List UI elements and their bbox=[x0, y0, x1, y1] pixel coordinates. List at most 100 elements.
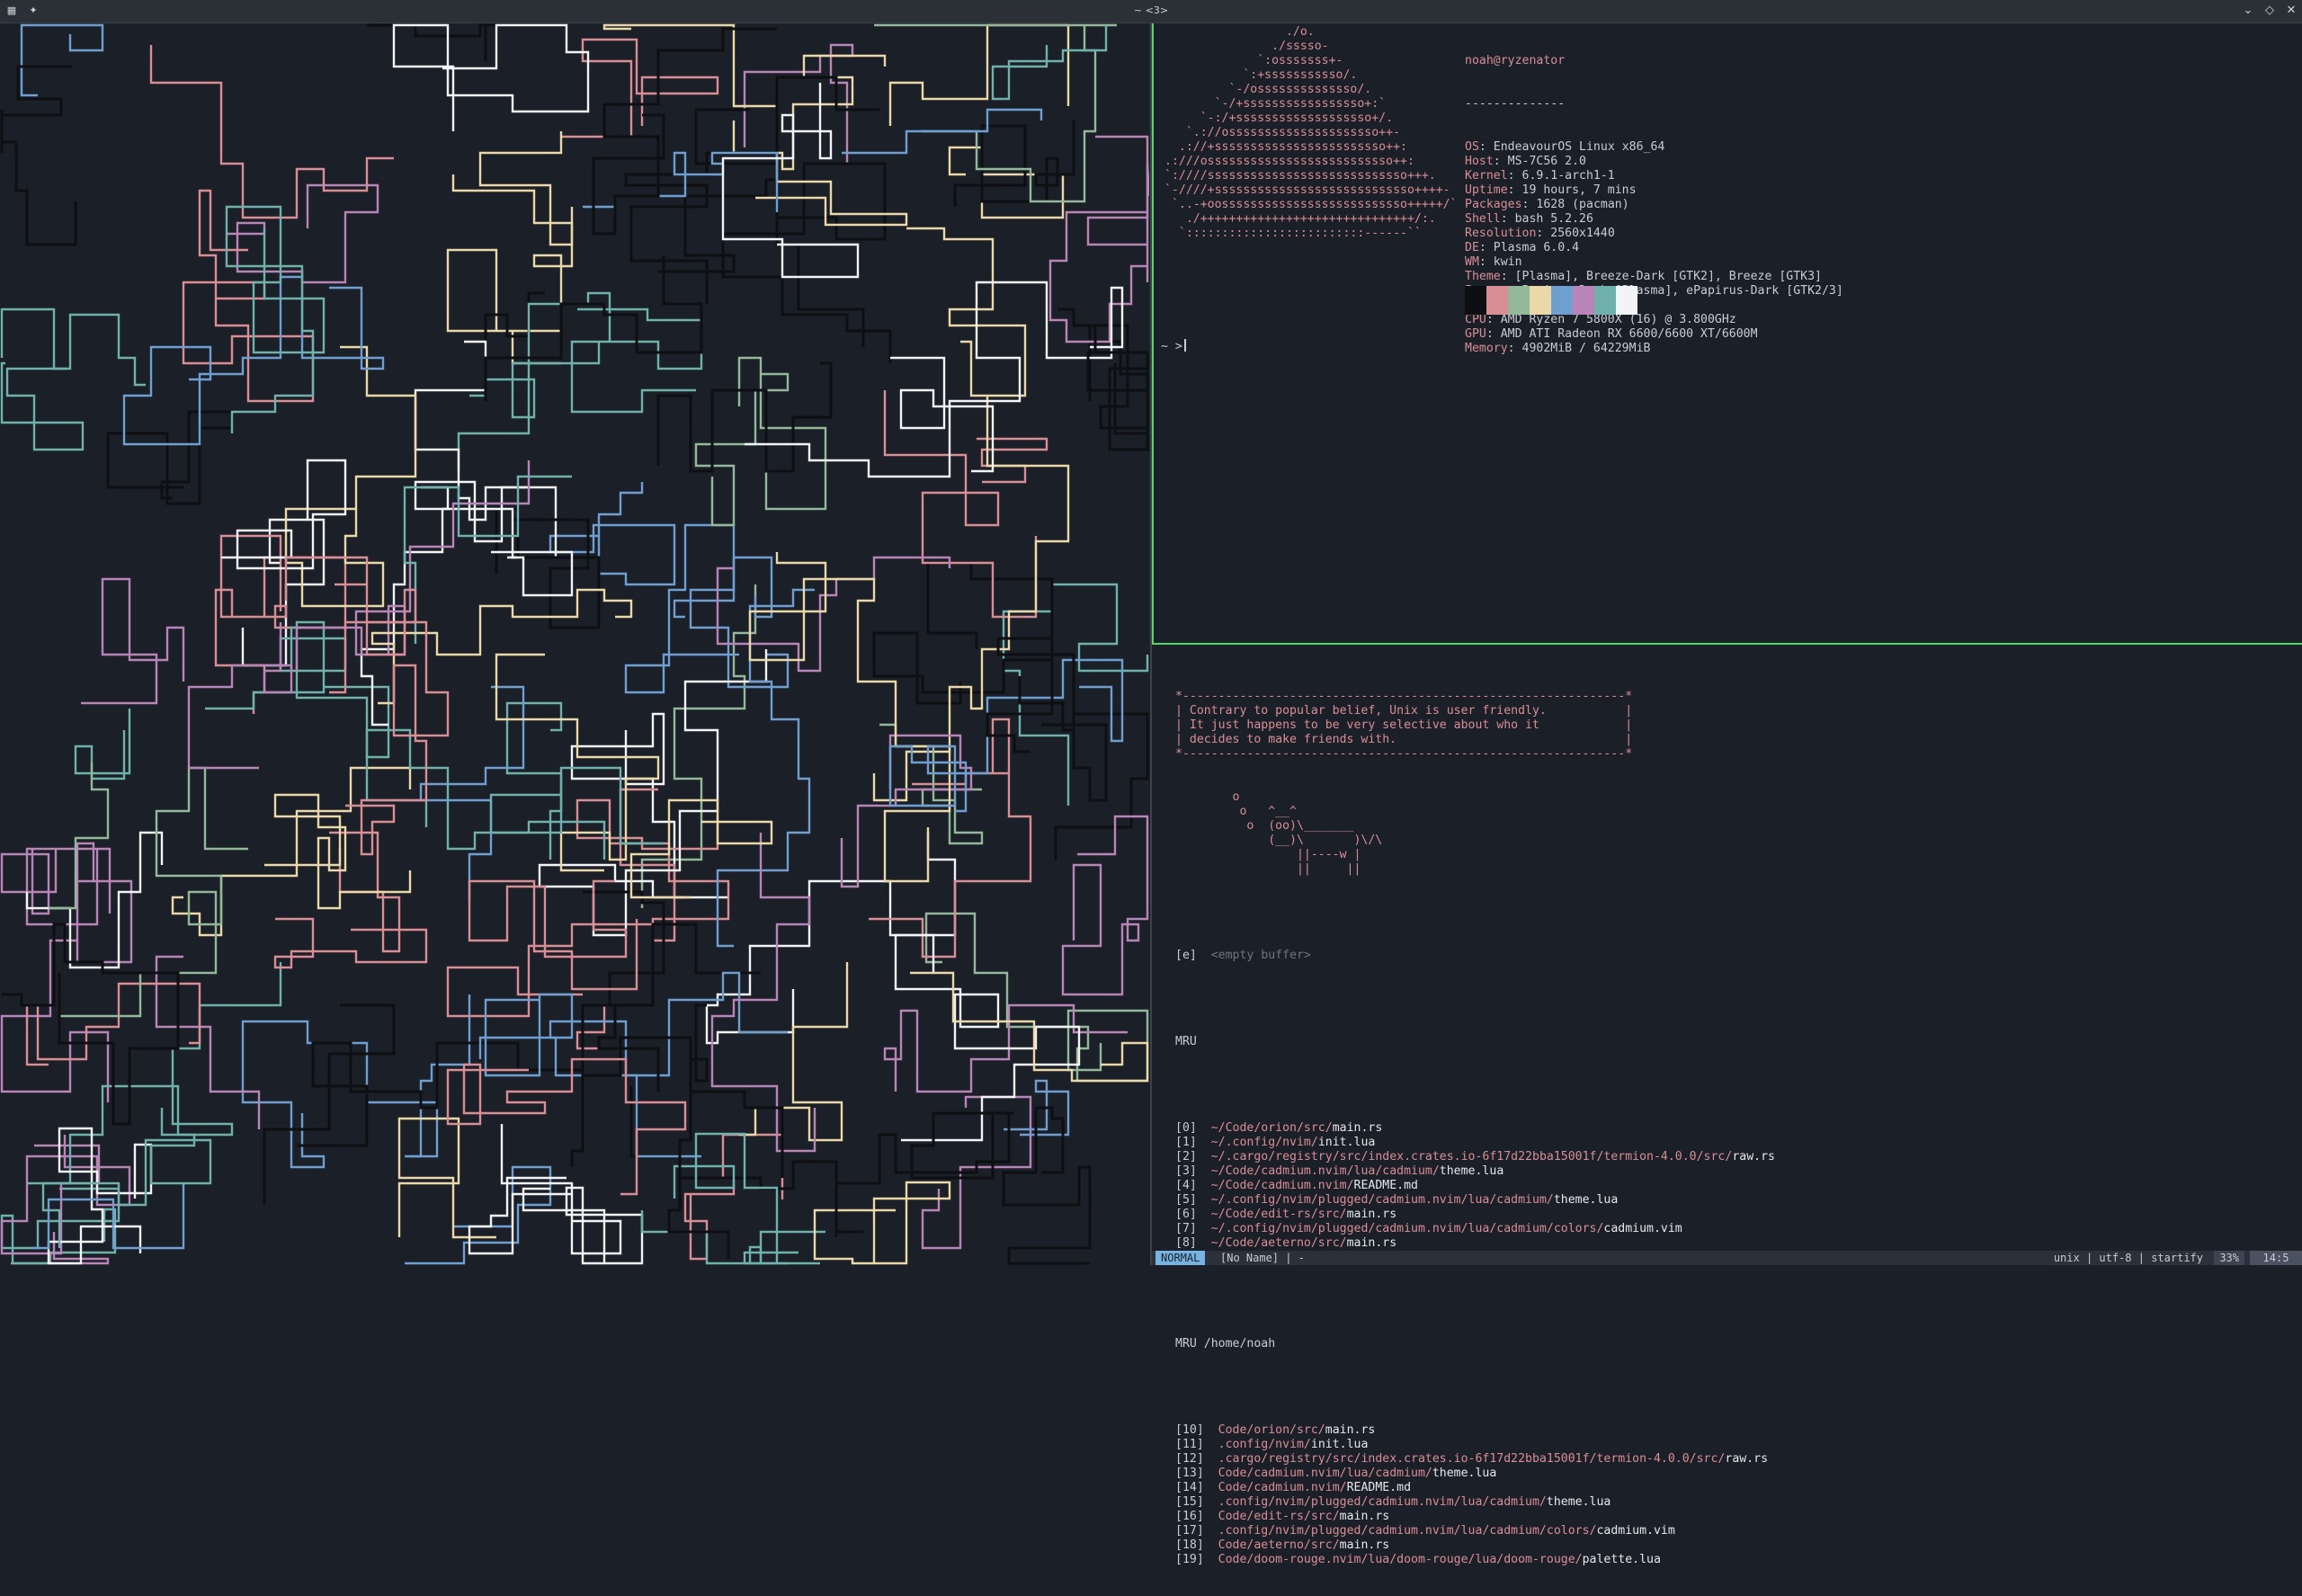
mru-index: [10] bbox=[1175, 1423, 1204, 1437]
mru-item[interactable]: [8] ~/Code/aeterno/src/main.rs bbox=[1175, 1236, 1775, 1251]
mru-item[interactable]: [5] ~/.config/nvim/plugged/cadmium.nvim/… bbox=[1175, 1193, 1775, 1208]
empty-buffer-item[interactable]: [e] <empty buffer> bbox=[1175, 949, 1775, 963]
mru-dir: Code/orion/src/ bbox=[1218, 1423, 1325, 1437]
info-row: Theme: [Plasma], Breeze-Dark [GTK2], Bre… bbox=[1465, 270, 1822, 283]
info-separator: -------------- bbox=[1465, 97, 1566, 111]
info-row: CPU: AMD Ryzen 7 5800X (16) @ 3.800GHz bbox=[1465, 313, 1736, 326]
mru-file: README.md bbox=[1353, 1179, 1418, 1192]
mru-dir: ~/Code/cadmium.nvim/ bbox=[1210, 1179, 1354, 1192]
info-key: Uptime bbox=[1465, 183, 1508, 197]
mru-item[interactable]: [19] Code/doom-rouge.nvim/lua/doom-rouge… bbox=[1175, 1553, 1775, 1567]
info-value: MS-7C56 2.0 bbox=[1507, 155, 1586, 168]
scroll-percent: 33% bbox=[2214, 1251, 2244, 1265]
mru-dir: ~/.cargo/registry/src/index.crates.io-6f… bbox=[1210, 1150, 1733, 1164]
pipe-segment bbox=[624, 523, 739, 694]
mru-index: [11] bbox=[1175, 1438, 1204, 1451]
minimize-button[interactable]: ⌄ bbox=[2241, 4, 2255, 18]
pipe-segment bbox=[906, 227, 1027, 397]
mru-index: [0] bbox=[1175, 1121, 1197, 1135]
close-button[interactable]: ✕ bbox=[2284, 4, 2298, 18]
window-titlebar: ▦ ✦ ~ <3> ⌄ ◇ ✕ bbox=[0, 0, 2302, 23]
mru-file: main.rs bbox=[1346, 1236, 1397, 1250]
pipe-segment bbox=[81, 577, 185, 705]
pipe-segment bbox=[522, 1186, 644, 1265]
mru-item[interactable]: [13] Code/cadmium.nvim/lua/cadmium/theme… bbox=[1175, 1467, 1775, 1481]
pipe-segment bbox=[842, 108, 1043, 155]
mru-index: [7] bbox=[1175, 1222, 1197, 1235]
userhost: noah@ryzenator bbox=[1465, 54, 1566, 67]
fortune-quote: *---------------------------------------… bbox=[1175, 690, 1775, 762]
mru-index: [3] bbox=[1175, 1164, 1197, 1178]
pipe-segment bbox=[403, 475, 572, 644]
pipe-segment bbox=[446, 1057, 687, 1196]
mru-dir-list: [10] Code/orion/src/main.rs [11] .config/… bbox=[1175, 1423, 1775, 1567]
empty-buffer-key: [e] bbox=[1175, 949, 1197, 962]
pipe-segment bbox=[656, 361, 833, 473]
pipe-segment bbox=[74, 709, 131, 780]
shell-prompt-line[interactable]: ~ > bbox=[1161, 339, 1186, 354]
mru-item[interactable]: [15] .config/nvim/plugged/cadmium.nvim/l… bbox=[1175, 1495, 1775, 1510]
pipe-segment bbox=[640, 584, 757, 908]
mru-item[interactable]: [17] .config/nvim/plugged/cadmium.nvim/l… bbox=[1175, 1524, 1775, 1538]
nvim-pane[interactable]: *---------------------------------------… bbox=[1152, 645, 2302, 1566]
pipe-segment bbox=[694, 372, 790, 527]
mru-item[interactable]: [2] ~/.cargo/registry/src/index.crates.i… bbox=[1175, 1150, 1775, 1164]
mru-index: [17] bbox=[1175, 1524, 1204, 1538]
mru-index: [14] bbox=[1175, 1481, 1204, 1494]
mru-item[interactable]: [16] Code/edit-rs/src/main.rs bbox=[1175, 1510, 1775, 1524]
cowsay-cow: o o ^__^ o (oo)\_______ (__)\ )\/\ ||---… bbox=[1175, 790, 1775, 877]
logo-line: ./sssso- bbox=[1164, 40, 1329, 53]
info-fields: OS: EndeavourOS Linux x86_64 Host: MS-7C5… bbox=[1465, 140, 1843, 356]
logo-line: ./o. bbox=[1164, 25, 1315, 39]
file-info: unix | utf-8 | startify bbox=[2053, 1252, 2203, 1264]
mru-file: raw.rs bbox=[1732, 1150, 1775, 1164]
pipe-segment bbox=[834, 1111, 1014, 1234]
mru-item[interactable]: [3] ~/Code/cadmium.nvim/lua/cadmium/them… bbox=[1175, 1164, 1775, 1179]
pipe-segment bbox=[640, 1132, 788, 1265]
mru-item[interactable]: [4] ~/Code/cadmium.nvim/README.md bbox=[1175, 1179, 1775, 1193]
mru-file: theme.lua bbox=[1553, 1193, 1619, 1207]
window-title: ~ <3> bbox=[1133, 4, 1169, 16]
mru-item[interactable]: [11] .config/nvim/init.lua bbox=[1175, 1438, 1775, 1452]
quote-line: *---------------------------------------… bbox=[1175, 747, 1633, 761]
pipe-segment bbox=[0, 361, 85, 451]
mru-file: main.rs bbox=[1339, 1538, 1390, 1552]
neofetch-pane[interactable]: ./o. ./sssso- `:osssssss+- `:+ssssssssss… bbox=[1152, 23, 2302, 643]
info-key: Theme bbox=[1465, 270, 1501, 283]
cow-line: o ^__^ bbox=[1175, 805, 1297, 818]
mru-index: [4] bbox=[1175, 1179, 1197, 1192]
color-swatch bbox=[1573, 286, 1594, 315]
pipe-segment bbox=[241, 518, 326, 667]
mode-indicator: NORMAL bbox=[1155, 1251, 1206, 1265]
mru-item[interactable]: [14] Code/cadmium.nvim/README.md bbox=[1175, 1481, 1775, 1495]
info-key: GPU bbox=[1465, 327, 1486, 341]
info-value: AMD Ryzen 7 5800X (16) @ 3.800GHz bbox=[1500, 313, 1736, 326]
mru-dir-header: MRU /home/noah bbox=[1175, 1337, 1276, 1351]
mru-item[interactable]: [18] Code/aeterno/src/main.rs bbox=[1175, 1538, 1775, 1553]
cursor-position: 14:5 bbox=[2250, 1251, 2302, 1265]
mru-index: [13] bbox=[1175, 1467, 1204, 1480]
logo-line: .://+ssssssssssssssssssssssso++: bbox=[1164, 140, 1407, 154]
mru-item[interactable]: [12] .cargo/registry/src/index.crates.io… bbox=[1175, 1452, 1775, 1467]
info-value: AMD ATI Radeon RX 6600/6600 XT/6600M bbox=[1500, 327, 1758, 341]
mru-item[interactable]: [10] Code/orion/src/main.rs bbox=[1175, 1423, 1775, 1438]
pipe-segment bbox=[273, 917, 428, 969]
nvim-statusline: NORMAL [No Name] | - unix | utf-8 | star… bbox=[1152, 1251, 2302, 1265]
mru-item[interactable]: [0] ~/Code/orion/src/main.rs bbox=[1175, 1121, 1775, 1136]
maximize-button[interactable]: ◇ bbox=[2262, 4, 2277, 18]
cow-line: o bbox=[1175, 790, 1240, 804]
mru-item[interactable]: [7] ~/.config/nvim/plugged/cadmium.nvim/… bbox=[1175, 1222, 1775, 1236]
system-info: noah@ryzenator -------------- OS: Endeav… bbox=[1465, 25, 1843, 385]
pipes-pane[interactable] bbox=[0, 23, 1149, 1265]
info-row: Kernel: 6.9.1-arch1-1 bbox=[1465, 169, 1615, 183]
mru-dir: ~/Code/cadmium.nvim/lua/cadmium/ bbox=[1210, 1164, 1440, 1178]
pipe-segment bbox=[872, 561, 1054, 705]
info-value: Plasma 6.0.4 bbox=[1493, 241, 1580, 254]
shell-prompt: ~ > bbox=[1161, 340, 1182, 353]
cow-line: o (oo)\_______ bbox=[1175, 819, 1354, 833]
mru-index: [2] bbox=[1175, 1150, 1197, 1164]
pipe-segment bbox=[583, 151, 779, 212]
info-value: 6.9.1-arch1-1 bbox=[1521, 169, 1615, 183]
mru-item[interactable]: [6] ~/Code/edit-rs/src/main.rs bbox=[1175, 1208, 1775, 1222]
mru-item[interactable]: [1] ~/.config/nvim/init.lua bbox=[1175, 1136, 1775, 1150]
